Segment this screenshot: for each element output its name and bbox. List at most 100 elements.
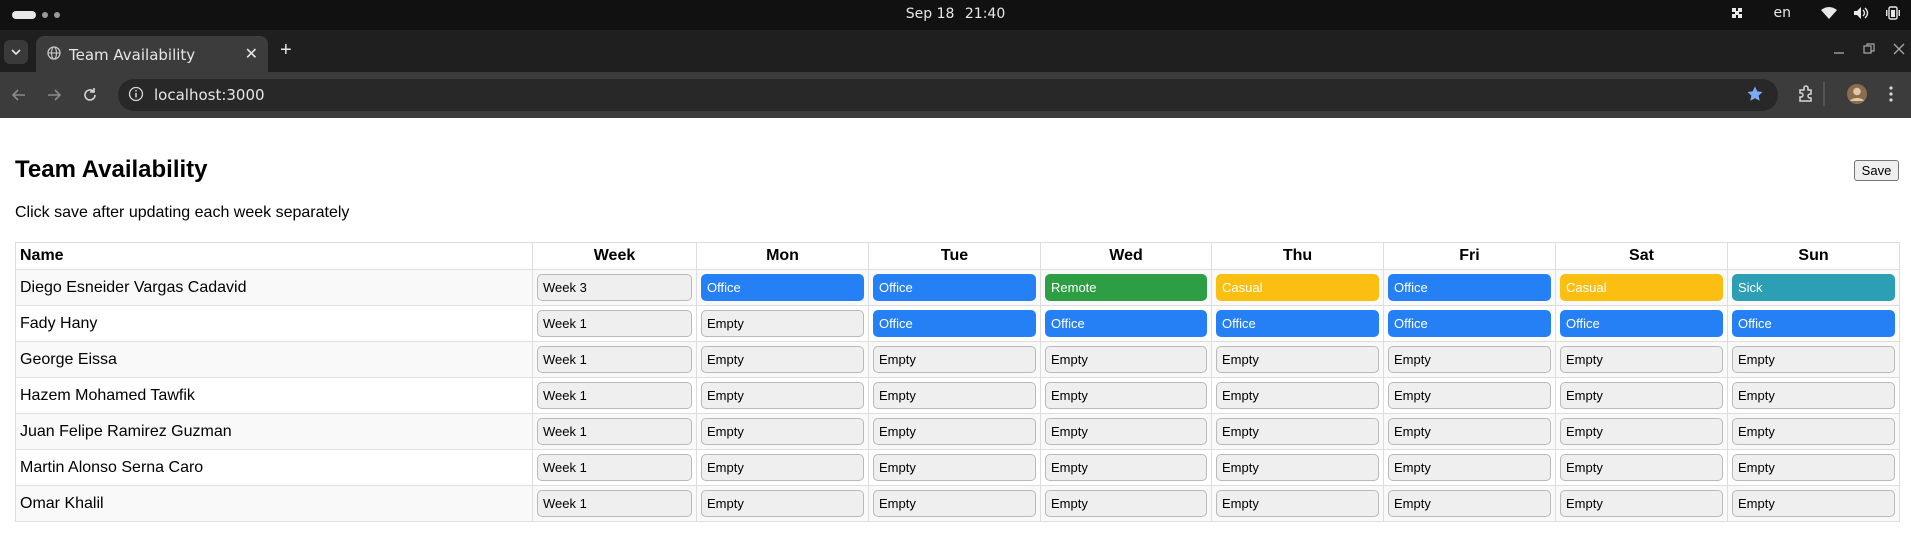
reload-icon[interactable]: [79, 84, 101, 106]
day-cell-fri: Empty: [1383, 377, 1556, 414]
status-select-wed[interactable]: Empty: [1045, 418, 1207, 445]
status-select-sun[interactable]: Empty: [1732, 346, 1895, 373]
status-select-thu[interactable]: Empty: [1216, 490, 1379, 517]
week-cell: Week 1: [532, 485, 697, 522]
status-select-tue[interactable]: Office: [873, 310, 1036, 337]
day-cell-wed: Empty: [1040, 341, 1212, 378]
day-cell-fri: Empty: [1383, 485, 1556, 522]
status-select-thu[interactable]: Casual: [1216, 274, 1379, 301]
status-select-mon[interactable]: Empty: [701, 382, 864, 409]
status-select-mon[interactable]: Empty: [701, 346, 864, 373]
status-select-mon[interactable]: Office: [701, 274, 864, 301]
back-arrow-icon[interactable]: [8, 84, 30, 106]
toolbar-divider: [1823, 82, 1825, 111]
menu-dots-icon[interactable]: [1888, 85, 1894, 108]
status-select-fri[interactable]: Office: [1388, 310, 1551, 337]
week-select[interactable]: Week 3: [537, 274, 692, 301]
status-select-tue[interactable]: Empty: [873, 454, 1036, 481]
status-select-fri[interactable]: Office: [1388, 274, 1551, 301]
save-button[interactable]: Save: [1854, 160, 1899, 181]
site-info-icon[interactable]: [128, 86, 144, 107]
close-icon[interactable]: ✕: [245, 44, 258, 64]
language-indicator[interactable]: en: [1774, 5, 1792, 21]
status-select-mon[interactable]: Empty: [701, 490, 864, 517]
status-select-thu[interactable]: Office: [1216, 310, 1379, 337]
status-select-thu[interactable]: Empty: [1216, 382, 1379, 409]
status-select-fri[interactable]: Empty: [1388, 346, 1551, 373]
day-cell-wed: Remote: [1040, 269, 1212, 306]
status-select-thu[interactable]: Empty: [1216, 346, 1379, 373]
status-select-wed[interactable]: Empty: [1045, 346, 1207, 373]
day-cell-mon: Empty: [696, 341, 869, 378]
table-row: Hazem Mohamed Tawfik Week 1 Empty Empty Empt…: [15, 377, 1900, 414]
status-select-thu[interactable]: Empty: [1216, 418, 1379, 445]
status-select-tue[interactable]: Empty: [873, 418, 1036, 445]
status-select-sat[interactable]: Empty: [1560, 382, 1723, 409]
status-select-sun[interactable]: Sick: [1732, 274, 1895, 301]
day-cell-mon: Empty: [696, 485, 869, 522]
status-select-thu[interactable]: Empty: [1216, 454, 1379, 481]
status-select-fri[interactable]: Empty: [1388, 382, 1551, 409]
status-select-wed[interactable]: Empty: [1045, 382, 1207, 409]
status-select-sat[interactable]: Empty: [1560, 454, 1723, 481]
week-select[interactable]: Week 1: [537, 310, 692, 337]
status-select-sat[interactable]: Office: [1560, 310, 1723, 337]
minimize-icon[interactable]: [1833, 42, 1845, 60]
day-cell-thu: Empty: [1211, 485, 1384, 522]
week-select[interactable]: Week 1: [537, 418, 692, 445]
status-select-mon[interactable]: Empty: [701, 310, 864, 337]
day-cell-mon: Empty: [696, 377, 869, 414]
address-bar[interactable]: localhost:3000: [118, 79, 1778, 111]
table-row: Martin Alonso Serna Caro Week 1 Empty Empty…: [15, 449, 1900, 486]
status-select-sat[interactable]: Casual: [1560, 274, 1723, 301]
status-select-tue[interactable]: Office: [873, 274, 1036, 301]
system-tray[interactable]: en: [1730, 5, 1902, 21]
column-header-tue: Tue: [868, 242, 1041, 270]
day-cell-thu: Empty: [1211, 377, 1384, 414]
new-tab-button[interactable]: +: [280, 40, 292, 60]
week-cell: Week 1: [532, 377, 697, 414]
status-select-sun[interactable]: Empty: [1732, 382, 1895, 409]
window-close-icon[interactable]: [1893, 42, 1905, 60]
week-select[interactable]: Week 1: [537, 490, 692, 517]
table-row: Diego Esneider Vargas Cadavid Week 3 Offic…: [15, 269, 1900, 306]
day-cell-sat: Empty: [1555, 485, 1728, 522]
tab-search-button[interactable]: [4, 40, 28, 64]
bookmark-star-icon[interactable]: [1746, 85, 1764, 108]
status-select-sun[interactable]: Empty: [1732, 418, 1895, 445]
week-select[interactable]: Week 1: [537, 346, 692, 373]
day-cell-fri: Empty: [1383, 413, 1556, 450]
day-cell-tue: Office: [868, 305, 1041, 342]
forward-arrow-icon[interactable]: [43, 84, 65, 106]
browser-tab[interactable]: Team Availability ✕: [36, 36, 268, 72]
status-select-wed[interactable]: Empty: [1045, 490, 1207, 517]
member-name: Juan Felipe Ramirez Guzman: [15, 413, 533, 450]
status-select-tue[interactable]: Empty: [873, 346, 1036, 373]
restore-icon[interactable]: [1863, 42, 1875, 60]
status-select-fri[interactable]: Empty: [1388, 490, 1551, 517]
status-select-mon[interactable]: Empty: [701, 454, 864, 481]
status-select-wed[interactable]: Empty: [1045, 454, 1207, 481]
status-select-fri[interactable]: Empty: [1388, 418, 1551, 445]
column-header-thu: Thu: [1211, 242, 1384, 270]
status-select-fri[interactable]: Empty: [1388, 454, 1551, 481]
status-select-sat[interactable]: Empty: [1560, 490, 1723, 517]
status-select-sun[interactable]: Empty: [1732, 490, 1895, 517]
clock[interactable]: Sep 18 21:40: [0, 6, 1911, 22]
status-select-tue[interactable]: Empty: [873, 490, 1036, 517]
status-select-sat[interactable]: Empty: [1560, 418, 1723, 445]
week-select[interactable]: Week 1: [537, 382, 692, 409]
status-select-wed[interactable]: Remote: [1045, 274, 1207, 301]
status-select-wed[interactable]: Office: [1045, 310, 1207, 337]
status-select-sun[interactable]: Empty: [1732, 454, 1895, 481]
table-row: George Eissa Week 1 Empty Empty Empty Empty Em…: [15, 341, 1900, 378]
extensions-puzzle-icon[interactable]: [1796, 84, 1816, 109]
status-select-sun[interactable]: Office: [1732, 310, 1895, 337]
clock-date: Sep 18: [905, 6, 955, 22]
status-select-sat[interactable]: Empty: [1560, 346, 1723, 373]
week-select[interactable]: Week 1: [537, 454, 692, 481]
extension-tray-icon[interactable]: [1730, 6, 1744, 20]
status-select-mon[interactable]: Empty: [701, 418, 864, 445]
status-select-tue[interactable]: Empty: [873, 382, 1036, 409]
profile-avatar-icon[interactable]: [1846, 83, 1868, 110]
